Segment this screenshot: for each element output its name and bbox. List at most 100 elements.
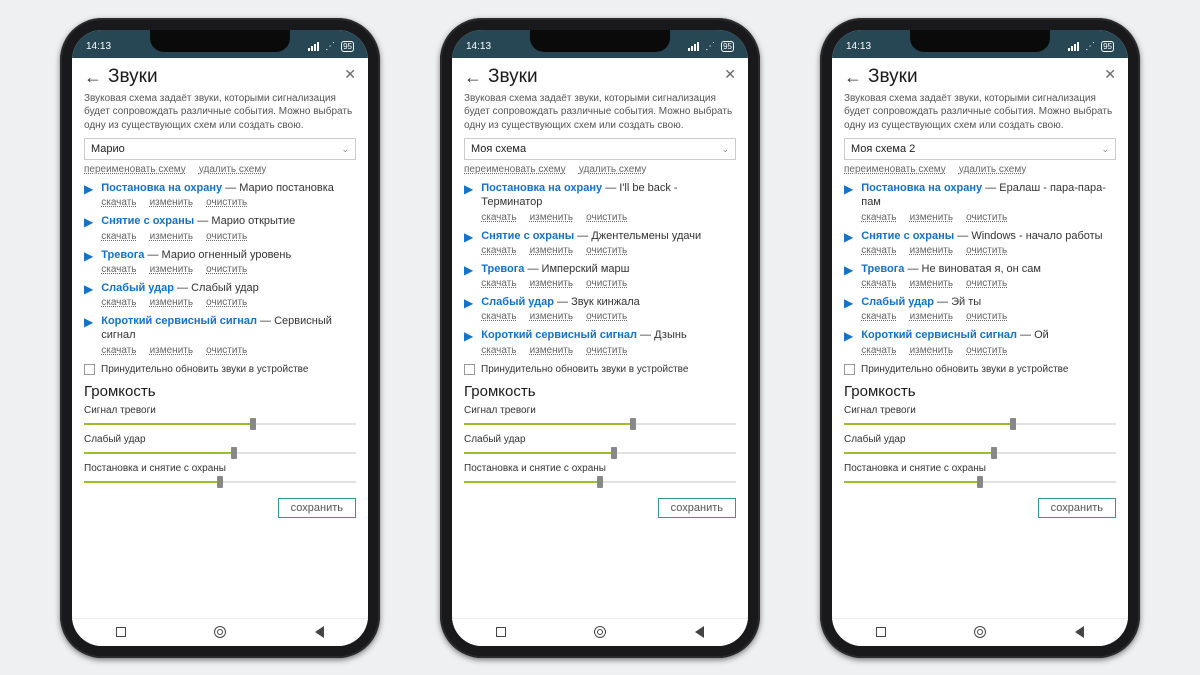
download-link[interactable]: скачать [101, 345, 136, 356]
play-icon[interactable]: ▶ [844, 329, 853, 355]
edit-link[interactable]: изменить [910, 311, 954, 322]
sound-event-name[interactable]: Тревога [481, 263, 524, 275]
sound-event-name[interactable]: Короткий сервисный сигнал [101, 315, 257, 327]
rename-scheme-link[interactable]: переименовать схему [84, 164, 186, 175]
volume-slider[interactable] [464, 419, 736, 429]
clear-link[interactable]: очистить [966, 245, 1007, 256]
recents-button[interactable] [496, 627, 506, 637]
rename-scheme-link[interactable]: переименовать схему [844, 164, 946, 175]
play-icon[interactable]: ▶ [84, 315, 93, 356]
recents-button[interactable] [876, 627, 886, 637]
clear-link[interactable]: очистить [966, 311, 1007, 322]
volume-slider[interactable] [464, 477, 736, 487]
force-update-checkbox[interactable] [844, 364, 855, 375]
sound-event-name[interactable]: Постановка на охрану [861, 182, 982, 194]
back-arrow-icon[interactable]: ← [84, 68, 102, 86]
play-icon[interactable]: ▶ [464, 230, 473, 256]
back-arrow-icon[interactable]: ← [844, 68, 862, 86]
play-icon[interactable]: ▶ [84, 282, 93, 308]
play-icon[interactable]: ▶ [84, 182, 93, 208]
play-icon[interactable]: ▶ [844, 182, 853, 223]
play-icon[interactable]: ▶ [464, 182, 473, 223]
clear-link[interactable]: очистить [206, 264, 247, 275]
volume-slider[interactable] [84, 448, 356, 458]
play-icon[interactable]: ▶ [84, 249, 93, 275]
play-icon[interactable]: ▶ [464, 263, 473, 289]
edit-link[interactable]: изменить [150, 231, 194, 242]
back-arrow-icon[interactable]: ← [464, 68, 482, 86]
play-icon[interactable]: ▶ [844, 263, 853, 289]
edit-link[interactable]: изменить [530, 278, 574, 289]
edit-link[interactable]: изменить [910, 278, 954, 289]
delete-scheme-link[interactable]: удалить схему [959, 164, 1027, 175]
download-link[interactable]: скачать [861, 278, 896, 289]
sound-event-name[interactable]: Снятие с охраны [101, 215, 194, 227]
clear-link[interactable]: очистить [586, 311, 627, 322]
volume-slider[interactable] [84, 477, 356, 487]
download-link[interactable]: скачать [101, 297, 136, 308]
sound-event-name[interactable]: Слабый удар [481, 296, 554, 308]
download-link[interactable]: скачать [861, 311, 896, 322]
scheme-select[interactable]: Моя схема 2 ⌄ [844, 138, 1116, 160]
download-link[interactable]: скачать [481, 212, 516, 223]
edit-link[interactable]: изменить [910, 245, 954, 256]
edit-link[interactable]: изменить [530, 311, 574, 322]
sound-event-name[interactable]: Слабый удар [861, 296, 934, 308]
close-icon[interactable]: ✕ [724, 66, 736, 83]
edit-link[interactable]: изменить [150, 264, 194, 275]
clear-link[interactable]: очистить [586, 278, 627, 289]
delete-scheme-link[interactable]: удалить схему [579, 164, 647, 175]
volume-slider[interactable] [464, 448, 736, 458]
sound-event-name[interactable]: Тревога [861, 263, 904, 275]
download-link[interactable]: скачать [481, 245, 516, 256]
download-link[interactable]: скачать [481, 311, 516, 322]
edit-link[interactable]: изменить [910, 212, 954, 223]
download-link[interactable]: скачать [861, 345, 896, 356]
clear-link[interactable]: очистить [586, 212, 627, 223]
download-link[interactable]: скачать [481, 345, 516, 356]
download-link[interactable]: скачать [861, 245, 896, 256]
home-button[interactable] [214, 626, 226, 638]
sound-event-name[interactable]: Постановка на охрану [481, 182, 602, 194]
sound-event-name[interactable]: Снятие с охраны [861, 230, 954, 242]
edit-link[interactable]: изменить [150, 197, 194, 208]
clear-link[interactable]: очистить [966, 345, 1007, 356]
volume-slider[interactable] [84, 419, 356, 429]
clear-link[interactable]: очистить [206, 231, 247, 242]
download-link[interactable]: скачать [101, 264, 136, 275]
play-icon[interactable]: ▶ [844, 230, 853, 256]
download-link[interactable]: скачать [861, 212, 896, 223]
back-button[interactable] [1075, 626, 1084, 638]
edit-link[interactable]: изменить [530, 212, 574, 223]
save-button[interactable]: сохранить [278, 498, 356, 518]
clear-link[interactable]: очистить [586, 345, 627, 356]
sound-event-name[interactable]: Снятие с охраны [481, 230, 574, 242]
rename-scheme-link[interactable]: переименовать схему [464, 164, 566, 175]
download-link[interactable]: скачать [101, 197, 136, 208]
volume-slider[interactable] [844, 477, 1116, 487]
play-icon[interactable]: ▶ [464, 296, 473, 322]
edit-link[interactable]: изменить [530, 345, 574, 356]
sound-event-name[interactable]: Короткий сервисный сигнал [861, 329, 1017, 341]
delete-scheme-link[interactable]: удалить схему [199, 164, 267, 175]
recents-button[interactable] [116, 627, 126, 637]
scheme-select[interactable]: Моя схема ⌄ [464, 138, 736, 160]
sound-event-name[interactable]: Короткий сервисный сигнал [481, 329, 637, 341]
play-icon[interactable]: ▶ [464, 329, 473, 355]
back-button[interactable] [315, 626, 324, 638]
force-update-checkbox[interactable] [464, 364, 475, 375]
close-icon[interactable]: ✕ [344, 66, 356, 83]
play-icon[interactable]: ▶ [84, 215, 93, 241]
back-button[interactable] [695, 626, 704, 638]
home-button[interactable] [974, 626, 986, 638]
save-button[interactable]: сохранить [1038, 498, 1116, 518]
clear-link[interactable]: очистить [966, 278, 1007, 289]
clear-link[interactable]: очистить [206, 297, 247, 308]
download-link[interactable]: скачать [481, 278, 516, 289]
clear-link[interactable]: очистить [586, 245, 627, 256]
close-icon[interactable]: ✕ [1104, 66, 1116, 83]
volume-slider[interactable] [844, 448, 1116, 458]
play-icon[interactable]: ▶ [844, 296, 853, 322]
force-update-checkbox[interactable] [84, 364, 95, 375]
sound-event-name[interactable]: Слабый удар [101, 282, 174, 294]
